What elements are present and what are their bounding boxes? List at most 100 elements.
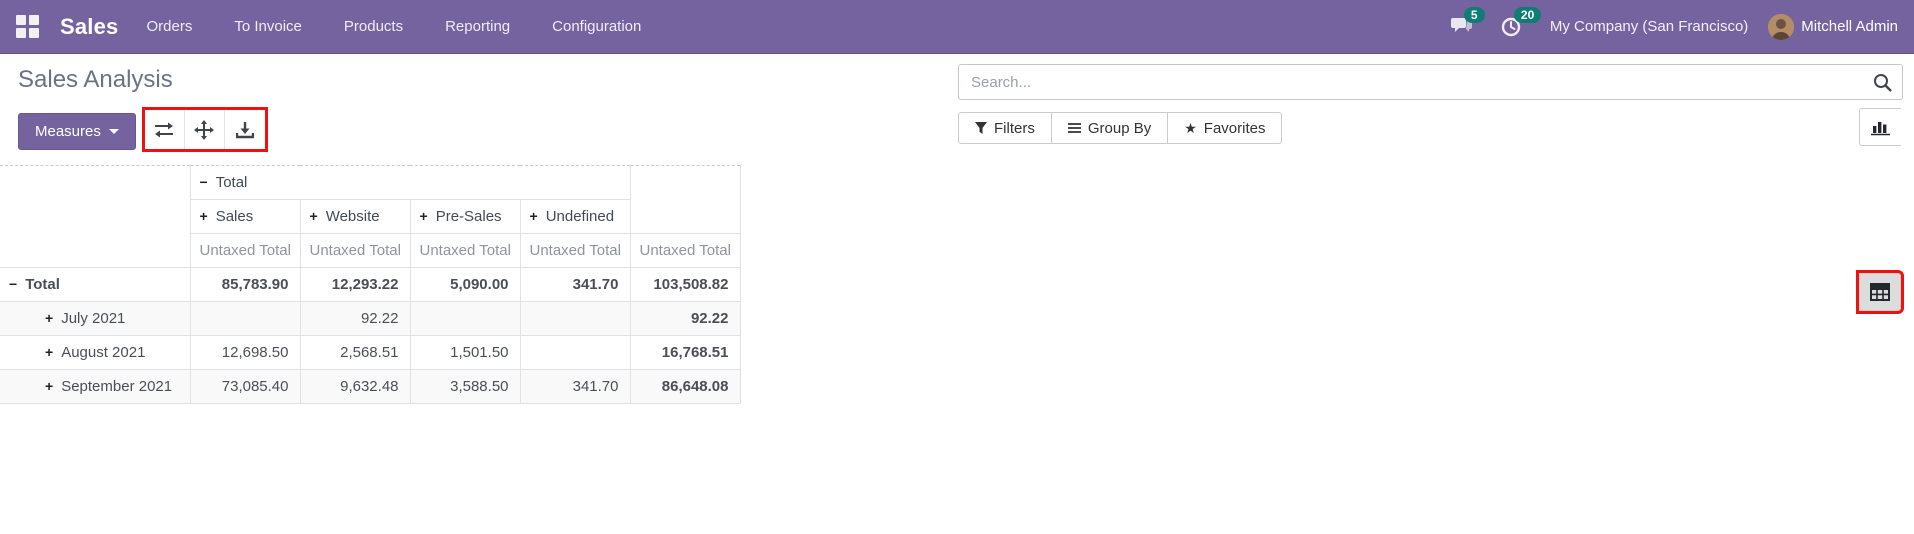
apps-menu-button[interactable]	[0, 0, 54, 54]
col-header-undefined[interactable]: + Undefined	[519, 199, 631, 234]
measure-header[interactable]: Untaxed Total	[409, 233, 521, 268]
bar-chart-icon	[1870, 122, 1890, 136]
col-header-pre-sales[interactable]: + Pre-Sales	[409, 199, 521, 234]
star-icon: ★	[1184, 119, 1197, 136]
cell	[519, 301, 631, 336]
table-row-total: − Total 85,783.90 12,293.22 5,090.00 341.…	[0, 267, 741, 302]
cell	[189, 301, 301, 336]
row-label: Total	[25, 276, 60, 293]
graph-view-button[interactable]	[1859, 108, 1901, 146]
download-icon	[235, 121, 254, 138]
measure-header[interactable]: Untaxed Total	[629, 233, 741, 268]
collapse-icon[interactable]: −	[9, 276, 17, 292]
cell-grand-total: 103,508.82	[629, 267, 741, 302]
search-input[interactable]	[959, 73, 1862, 91]
cell: 92.22	[299, 301, 411, 336]
list-icon	[1067, 123, 1081, 133]
menu-to-invoice[interactable]: To Invoice	[234, 1, 302, 52]
flip-axis-icon	[155, 122, 174, 137]
col-header-label: Sales	[215, 208, 254, 225]
cell-grand-total: 16,768.51	[629, 335, 741, 370]
cell-grand-total: 86,648.08	[629, 369, 741, 404]
cell-grand-total: 92.22	[629, 301, 741, 336]
pivot-view-button-highlighted[interactable]	[1856, 270, 1904, 314]
cell: 73,085.40	[189, 369, 301, 404]
row-header-total[interactable]: − Total	[0, 267, 191, 302]
view-switcher	[1856, 108, 1904, 314]
funnel-icon	[975, 122, 987, 134]
messages-button[interactable]: 5	[1450, 6, 1485, 40]
filters-button[interactable]: Filters	[958, 112, 1052, 144]
main-menu: Orders To Invoice Products Reporting Con…	[147, 1, 642, 52]
group-by-button[interactable]: Group By	[1051, 112, 1169, 144]
expand-icon[interactable]: +	[45, 310, 53, 326]
row-label: September 2021	[61, 378, 173, 395]
expand-icon[interactable]: +	[45, 344, 53, 360]
cell	[519, 335, 631, 370]
company-switcher[interactable]: My Company (San Francisco)	[1550, 18, 1748, 35]
cell: 2,568.51	[299, 335, 411, 370]
top-navbar: Sales Orders To Invoice Products Reporti…	[0, 0, 1914, 54]
collapse-icon[interactable]: −	[200, 174, 208, 190]
expand-icon[interactable]: +	[530, 208, 538, 224]
group-by-label: Group By	[1087, 119, 1152, 137]
pivot-table: − Total + Sales + Website + Pre-Sales + Undef…	[0, 165, 741, 404]
expand-icon[interactable]: +	[45, 378, 53, 394]
expand-icon[interactable]: +	[200, 208, 208, 224]
search-submit-button[interactable]	[1862, 73, 1902, 92]
cell: 341.70	[519, 369, 631, 404]
user-menu[interactable]: Mitchell Admin	[1768, 13, 1898, 40]
measures-button[interactable]: Measures	[18, 113, 136, 150]
avatar	[1768, 13, 1795, 40]
download-xlsx-button[interactable]	[224, 110, 265, 149]
messages-count-badge: 5	[1463, 6, 1485, 23]
menu-configuration[interactable]: Configuration	[552, 1, 641, 52]
favorites-label: Favorites	[1203, 119, 1266, 137]
row-header-july-2021[interactable]: + July 2021	[0, 301, 191, 336]
search-bar	[958, 64, 1903, 100]
magnifier-icon	[1873, 73, 1892, 92]
col-header-label: Pre-Sales	[435, 208, 502, 225]
col-header-sales[interactable]: + Sales	[189, 199, 301, 234]
flip-axis-button[interactable]	[144, 110, 185, 149]
menu-reporting[interactable]: Reporting	[445, 1, 510, 52]
measure-header[interactable]: Untaxed Total	[189, 233, 301, 268]
cell	[409, 301, 521, 336]
expand-all-button[interactable]	[184, 110, 225, 149]
measures-label: Measures	[35, 123, 101, 140]
cell: 1,501.50	[409, 335, 521, 370]
row-header-august-2021[interactable]: + August 2021	[0, 335, 191, 370]
menu-orders[interactable]: Orders	[147, 1, 193, 52]
table-row-august-2021: + August 2021 12,698.50 2,568.51 1,501.50…	[0, 335, 741, 370]
table-row-july-2021: + July 2021 92.22 92.22	[0, 301, 741, 336]
table-row-september-2021: + September 2021 73,085.40 9,632.48 3,588…	[0, 369, 741, 404]
expand-icon	[194, 119, 215, 140]
measure-header[interactable]: Untaxed Total	[519, 233, 631, 268]
col-group-header-total[interactable]: − Total	[189, 165, 631, 200]
apps-grid-icon	[15, 15, 39, 38]
cell: 5,090.00	[409, 267, 521, 302]
activities-button[interactable]: 20	[1500, 6, 1542, 40]
page-title: Sales Analysis	[18, 66, 173, 93]
cell: 3,588.50	[409, 369, 521, 404]
app-brand[interactable]: Sales	[60, 14, 119, 40]
col-header-label: Undefined	[545, 208, 615, 225]
search-options: Filters Group By ★ Favorites	[958, 112, 1283, 144]
chevron-down-icon	[108, 129, 119, 134]
expand-icon[interactable]: +	[420, 208, 428, 224]
measure-header[interactable]: Untaxed Total	[299, 233, 411, 268]
menu-products[interactable]: Products	[344, 1, 403, 52]
row-label: August 2021	[61, 344, 146, 361]
row-header-september-2021[interactable]: + September 2021	[0, 369, 191, 404]
favorites-button[interactable]: ★ Favorites	[1168, 112, 1283, 144]
expand-icon[interactable]: +	[310, 208, 318, 224]
cell: 85,783.90	[189, 267, 301, 302]
cell: 12,293.22	[299, 267, 411, 302]
col-header-website[interactable]: + Website	[299, 199, 411, 234]
col-group-label: Total	[215, 174, 248, 191]
pivot-grid-icon	[1870, 283, 1890, 301]
cell: 341.70	[519, 267, 631, 302]
user-name: Mitchell Admin	[1801, 18, 1898, 35]
col-header-label: Website	[325, 208, 380, 225]
row-label: July 2021	[61, 310, 126, 327]
